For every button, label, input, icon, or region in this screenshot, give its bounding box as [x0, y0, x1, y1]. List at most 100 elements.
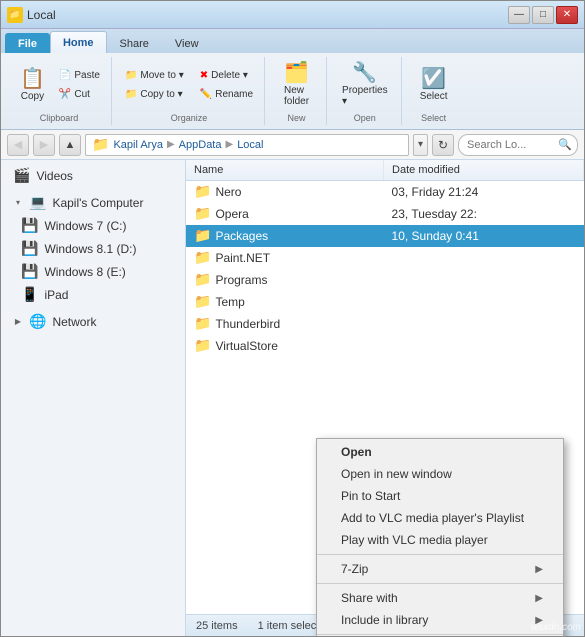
tab-view[interactable]: View	[162, 33, 212, 53]
computer-expand-icon: ▾	[13, 198, 23, 208]
folder-icon: 📁	[194, 249, 211, 265]
properties-label: Properties▾	[342, 85, 388, 107]
cut-icon: ✂️	[59, 89, 71, 100]
forward-button[interactable]: ▶	[33, 134, 55, 156]
sidebar-item-network-label: Network	[52, 315, 96, 329]
ctx-play-vlc-label: Play with VLC media player	[341, 533, 488, 547]
title-bar: 📁 Local — □ ✕	[1, 1, 584, 29]
search-icon: 🔍	[558, 138, 572, 151]
select-button[interactable]: ☑️ Select	[413, 65, 455, 106]
new-buttons: 🗂️ Newfolder	[277, 59, 316, 111]
copy-icon: 📋	[20, 69, 45, 89]
folder-icon: 📁	[194, 183, 211, 199]
rename-button[interactable]: ✏️ Rename	[195, 86, 258, 103]
close-button[interactable]: ✕	[556, 6, 578, 24]
ctx-item-open-new-window[interactable]: Open in new window	[317, 463, 563, 485]
search-box-wrapper: 🔍	[458, 134, 578, 156]
ctx-add-vlc-playlist-label: Add to VLC media player's Playlist	[341, 511, 524, 525]
win8-icon: 💾	[21, 263, 38, 280]
title-bar-left: 📁 Local	[7, 7, 56, 23]
ctx-sep-3	[317, 634, 563, 635]
address-path: 📁 Kapil Arya ▶ AppData ▶ Local	[85, 134, 409, 156]
ctx-share-arrow: ▶	[535, 593, 543, 604]
ctx-item-7zip[interactable]: 7-Zip ▶	[317, 558, 563, 580]
new-folder-button[interactable]: 🗂️ Newfolder	[277, 59, 316, 111]
move-to-button[interactable]: 📁 Move to ▾	[120, 67, 189, 84]
organize-group-label: Organize	[171, 113, 208, 123]
sidebar-item-win7[interactable]: 💾 Windows 7 (C:)	[1, 214, 185, 237]
ctx-item-open[interactable]: Open	[317, 441, 563, 463]
col-date[interactable]: Date modified	[384, 160, 584, 181]
refresh-button[interactable]: ↻	[432, 134, 454, 156]
minimize-button[interactable]: —	[508, 6, 530, 24]
tab-home[interactable]: Home	[50, 31, 107, 53]
ctx-7zip-label: 7-Zip	[341, 562, 368, 576]
tab-file[interactable]: File	[5, 33, 50, 53]
path-item-local[interactable]: Local	[237, 139, 263, 151]
table-row[interactable]: 📁Temp	[186, 291, 584, 313]
sidebar-item-win8[interactable]: 💾 Windows 8 (E:)	[1, 260, 185, 283]
move-to-label: Move to ▾	[140, 70, 183, 81]
status-item-count: 25 items	[196, 620, 238, 632]
sidebar-item-computer[interactable]: ▾ 💻 Kapil's Computer	[1, 191, 185, 214]
path-item-kapil[interactable]: Kapil Arya	[113, 139, 163, 151]
table-row[interactable]: 📁Programs	[186, 269, 584, 291]
sidebar-item-win8-label: Windows 8 (E:)	[44, 265, 125, 279]
sidebar-item-videos-label: Videos	[36, 169, 72, 183]
sidebar-item-videos[interactable]: 🎬 Videos	[1, 164, 185, 187]
sidebar-item-ipad[interactable]: 📱 iPad	[1, 283, 185, 306]
delete-button[interactable]: ✖ Delete ▾	[195, 67, 258, 84]
table-row[interactable]: 📁VirtualStore	[186, 335, 584, 357]
select-icon: ☑️	[421, 69, 446, 89]
ctx-item-pin-to-start[interactable]: Pin to Start	[317, 485, 563, 507]
copy-button[interactable]: 📋 Copy	[13, 65, 52, 106]
watermark: wsxdn.com	[531, 622, 581, 633]
new-group-label: New	[288, 113, 306, 123]
properties-button[interactable]: 🔧 Properties▾	[335, 59, 395, 111]
table-row[interactable]: 📁Thunderbird	[186, 313, 584, 335]
organize-buttons: 📁 Move to ▾ 📁 Copy to ▾ ✖ Delete ▾	[120, 59, 258, 111]
ctx-item-include-library[interactable]: Include in library ▶	[317, 609, 563, 631]
videos-icon: 🎬	[13, 167, 30, 184]
table-row-selected[interactable]: 📁Packages 10, Sunday 0:41	[186, 225, 584, 247]
table-row[interactable]: 📁Nero 03, Friday 21:24	[186, 181, 584, 203]
file-table: Name Date modified 📁Nero 03, Friday 21:2…	[186, 160, 584, 357]
folder-icon: 📁	[194, 315, 211, 331]
col-name[interactable]: Name	[186, 160, 384, 181]
network-icon: 🌐	[29, 313, 46, 330]
up-button[interactable]: ▲	[59, 134, 81, 156]
ctx-open-new-window-label: Open in new window	[341, 467, 452, 481]
sidebar-item-win81[interactable]: 💾 Windows 8.1 (D:)	[1, 237, 185, 260]
path-dropdown[interactable]: ▾	[413, 134, 428, 156]
select-group-label: Select	[421, 113, 446, 123]
path-item-appdata[interactable]: AppData	[179, 139, 222, 151]
tab-share[interactable]: Share	[107, 33, 162, 53]
select-buttons: ☑️ Select	[413, 59, 455, 111]
folder-icon: 📁	[194, 205, 211, 221]
ribbon-tabs: File Home Share View	[1, 29, 584, 53]
ctx-item-play-vlc[interactable]: Play with VLC media player	[317, 529, 563, 551]
folder-icon: 📁	[194, 271, 211, 287]
table-row[interactable]: 📁Paint.NET	[186, 247, 584, 269]
open-group-label: Open	[354, 113, 376, 123]
ctx-include-library-label: Include in library	[341, 613, 428, 627]
sidebar-item-ipad-label: iPad	[44, 288, 68, 302]
title-controls: — □ ✕	[508, 6, 578, 24]
open-buttons: 🔧 Properties▾	[335, 59, 395, 111]
cut-button[interactable]: ✂️ Cut	[54, 86, 105, 103]
delete-label: Delete ▾	[211, 70, 248, 81]
ribbon-group-select: ☑️ Select Select	[404, 57, 464, 125]
address-bar: ◀ ▶ ▲ 📁 Kapil Arya ▶ AppData ▶ Local ▾ ↻…	[1, 130, 584, 160]
maximize-button[interactable]: □	[532, 6, 554, 24]
ribbon-group-new: 🗂️ Newfolder New	[267, 57, 327, 125]
ctx-item-share-with[interactable]: Share with ▶	[317, 587, 563, 609]
copy-to-button[interactable]: 📁 Copy to ▾	[120, 86, 189, 103]
back-button[interactable]: ◀	[7, 134, 29, 156]
folder-icon: 📁	[194, 293, 211, 309]
table-row[interactable]: 📁Opera 23, Tuesday 22:	[186, 203, 584, 225]
ctx-item-add-vlc-playlist[interactable]: Add to VLC media player's Playlist	[317, 507, 563, 529]
clipboard-buttons: 📋 Copy 📄 Paste ✂️ Cut	[13, 59, 105, 111]
paste-button[interactable]: 📄 Paste	[54, 67, 105, 84]
sidebar-item-network[interactable]: ▶ 🌐 Network	[1, 310, 185, 333]
ctx-share-with-label: Share with	[341, 591, 398, 605]
